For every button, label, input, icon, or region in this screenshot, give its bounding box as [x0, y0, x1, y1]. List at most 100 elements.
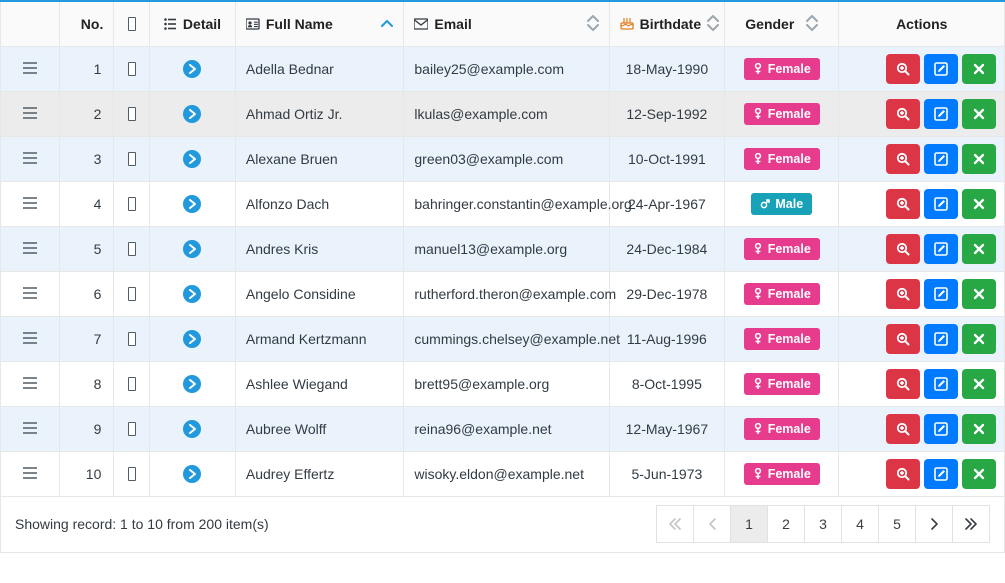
drag-handle-icon[interactable]	[23, 196, 37, 212]
pager-page[interactable]: 2	[767, 505, 805, 543]
drag-handle-icon[interactable]	[23, 241, 37, 257]
drag-handle-icon[interactable]	[23, 466, 37, 482]
edit-button[interactable]	[924, 414, 958, 444]
delete-button[interactable]	[962, 54, 996, 84]
female-icon	[753, 63, 763, 74]
drag-handle-icon[interactable]	[23, 286, 37, 302]
female-icon	[753, 108, 763, 119]
expand-detail-button[interactable]	[183, 240, 201, 258]
delete-button[interactable]	[962, 459, 996, 489]
drag-handle-icon[interactable]	[23, 421, 37, 437]
col-gender-header[interactable]: Gender	[725, 1, 839, 46]
delete-button[interactable]	[962, 99, 996, 129]
cell-birthdate: 12-Sep-1992	[626, 106, 707, 122]
row-checkbox[interactable]	[128, 242, 136, 256]
view-button[interactable]	[886, 144, 920, 174]
edit-button[interactable]	[924, 369, 958, 399]
pager-last[interactable]	[952, 505, 990, 543]
drag-handle-icon[interactable]	[23, 61, 37, 77]
col-gender-label: Gender	[745, 16, 794, 32]
edit-button[interactable]	[924, 234, 958, 264]
edit-button[interactable]	[924, 99, 958, 129]
drag-handle-icon[interactable]	[23, 331, 37, 347]
row-checkbox[interactable]	[128, 197, 136, 211]
cake-icon	[620, 17, 634, 30]
edit-button[interactable]	[924, 189, 958, 219]
cell-full-name: Ahmad Ortiz Jr.	[246, 106, 342, 122]
view-button[interactable]	[886, 54, 920, 84]
expand-detail-button[interactable]	[183, 330, 201, 348]
view-button[interactable]	[886, 459, 920, 489]
col-email-label: Email	[434, 16, 471, 32]
delete-button[interactable]	[962, 414, 996, 444]
edit-button[interactable]	[924, 54, 958, 84]
expand-detail-button[interactable]	[183, 285, 201, 303]
view-button[interactable]	[886, 99, 920, 129]
cell-full-name: Andres Kris	[246, 241, 318, 257]
pager-page[interactable]: 5	[878, 505, 916, 543]
col-detail-header[interactable]: Detail	[150, 1, 236, 46]
list-icon	[164, 18, 177, 30]
col-birthdate-header[interactable]: Birthdate	[609, 1, 724, 46]
gender-label: Female	[768, 422, 811, 436]
edit-button[interactable]	[924, 324, 958, 354]
pager-next[interactable]	[915, 505, 953, 543]
delete-button[interactable]	[962, 234, 996, 264]
view-button[interactable]	[886, 414, 920, 444]
gender-label: Female	[768, 62, 811, 76]
row-checkbox[interactable]	[128, 467, 136, 481]
delete-button[interactable]	[962, 324, 996, 354]
cell-full-name: Alexane Bruen	[246, 151, 338, 167]
col-name-header[interactable]: Full Name	[235, 1, 404, 46]
drag-handle-icon[interactable]	[23, 376, 37, 392]
cell-email: bahringer.constantin@example.org	[414, 196, 631, 212]
cell-birthdate: 10-Oct-1991	[628, 151, 706, 167]
gender-label: Female	[768, 242, 811, 256]
row-number: 8	[60, 376, 113, 392]
row-checkbox[interactable]	[128, 422, 136, 436]
expand-detail-button[interactable]	[183, 375, 201, 393]
view-button[interactable]	[886, 279, 920, 309]
delete-button[interactable]	[962, 144, 996, 174]
table-row: 10Audrey Effertzwisoky.eldon@example.net…	[1, 451, 1005, 496]
pager-page[interactable]: 3	[804, 505, 842, 543]
col-no-header[interactable]: No.	[60, 1, 114, 46]
cell-birthdate: 29-Dec-1978	[626, 286, 707, 302]
gender-label: Female	[768, 377, 811, 391]
female-icon	[753, 378, 763, 389]
row-checkbox[interactable]	[128, 62, 136, 76]
expand-detail-button[interactable]	[183, 150, 201, 168]
cell-email: bailey25@example.com	[414, 61, 564, 77]
expand-detail-button[interactable]	[183, 420, 201, 438]
cell-full-name: Aubree Wolff	[246, 421, 326, 437]
edit-button[interactable]	[924, 144, 958, 174]
row-checkbox[interactable]	[128, 377, 136, 391]
drag-handle-icon[interactable]	[23, 151, 37, 167]
view-button[interactable]	[886, 189, 920, 219]
check-all[interactable]	[128, 17, 136, 31]
female-icon	[753, 468, 763, 479]
cell-full-name: Ashlee Wiegand	[246, 376, 348, 392]
expand-detail-button[interactable]	[183, 105, 201, 123]
delete-button[interactable]	[962, 369, 996, 399]
row-checkbox[interactable]	[128, 152, 136, 166]
row-checkbox[interactable]	[128, 107, 136, 121]
col-email-header[interactable]: Email	[404, 1, 609, 46]
delete-button[interactable]	[962, 279, 996, 309]
gender-badge: Female	[744, 283, 820, 305]
row-checkbox[interactable]	[128, 332, 136, 346]
view-button[interactable]	[886, 324, 920, 354]
edit-button[interactable]	[924, 459, 958, 489]
expand-detail-button[interactable]	[183, 465, 201, 483]
pager-page[interactable]: 1	[730, 505, 768, 543]
view-button[interactable]	[886, 234, 920, 264]
pager-page[interactable]: 4	[841, 505, 879, 543]
delete-button[interactable]	[962, 189, 996, 219]
row-number: 1	[60, 61, 113, 77]
expand-detail-button[interactable]	[183, 60, 201, 78]
row-checkbox[interactable]	[128, 287, 136, 301]
drag-handle-icon[interactable]	[23, 106, 37, 122]
expand-detail-button[interactable]	[183, 195, 201, 213]
view-button[interactable]	[886, 369, 920, 399]
edit-button[interactable]	[924, 279, 958, 309]
